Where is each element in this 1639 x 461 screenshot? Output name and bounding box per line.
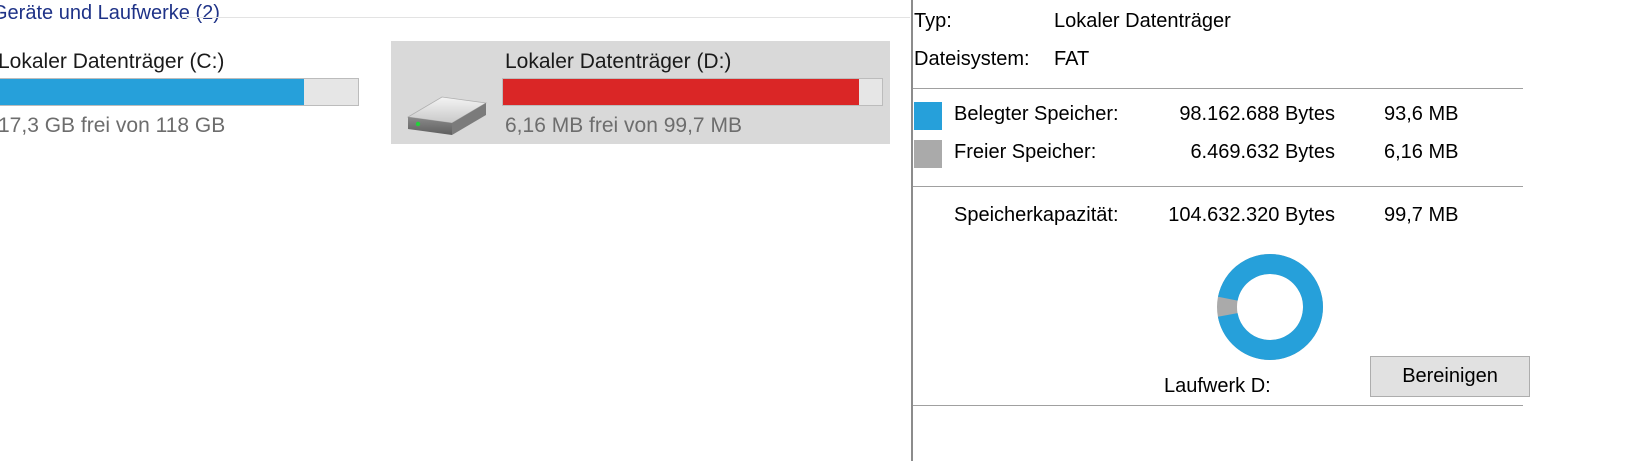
drive-usage-bar-c [0,78,359,106]
separator-top [913,88,1523,89]
drive-usage-fill-d [503,79,859,105]
capacity-size: 99,7 MB [1384,204,1459,226]
used-space-label: Belegter Speicher: [954,103,1119,125]
group-header-divider [182,17,910,18]
separator-bottom [913,405,1523,406]
type-label: Typ: [914,10,952,32]
used-space-bytes: 98.162.688 Bytes [1179,103,1335,125]
screen: Geräte und Laufwerke (2) Lokaler Datentr… [0,0,1639,461]
cleanup-button[interactable]: Bereinigen [1370,356,1530,397]
hard-drive-icon [406,96,488,135]
disk-usage-donut-chart [1217,254,1323,360]
filesystem-label: Dateisystem: [914,48,1030,70]
capacity-bytes: 104.632.320 Bytes [1168,204,1335,226]
free-space-size: 6,16 MB [1384,141,1459,163]
drive-free-text-c: 17,3 GB frei von 118 GB [0,114,226,137]
explorer-drive-list: Geräte und Laufwerke (2) Lokaler Datentr… [0,0,912,461]
used-space-size: 93,6 MB [1384,103,1459,125]
drive-name-d: Lokaler Datenträger (D:) [505,50,732,73]
free-space-bytes: 6.469.632 Bytes [1190,141,1335,163]
free-space-color-swatch [914,140,942,168]
drive-tile-c[interactable]: Lokaler Datenträger (C:) 17,3 GB frei vo… [0,41,370,144]
drive-free-text-d: 6,16 MB frei von 99,7 MB [505,114,742,137]
drive-usage-fill-c [0,79,305,105]
type-value: Lokaler Datenträger [1054,10,1231,32]
drive-properties-panel: Typ: Lokaler Datenträger Dateisystem: FA… [913,0,1639,461]
capacity-label: Speicherkapazität: [954,204,1119,226]
separator-middle [913,186,1523,187]
free-space-label: Freier Speicher: [954,141,1097,163]
drive-name-c: Lokaler Datenträger (C:) [0,50,225,73]
used-space-color-swatch [914,102,942,130]
filesystem-value: FAT [1054,48,1090,70]
drive-caption: Laufwerk D: [1164,375,1271,397]
group-header-devices[interactable]: Geräte und Laufwerke (2) [0,2,220,25]
drive-usage-bar-d [502,78,883,106]
